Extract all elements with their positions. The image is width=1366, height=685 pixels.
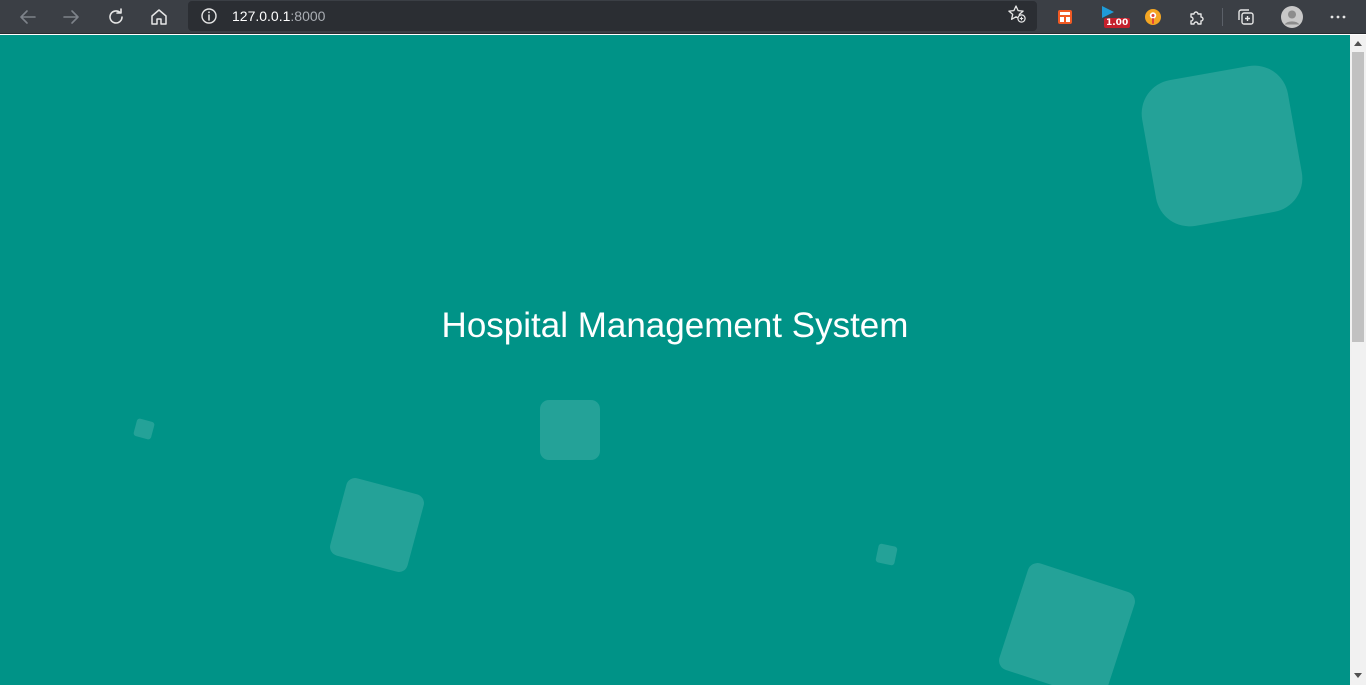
background-square-large-top (1136, 60, 1308, 232)
home-button[interactable] (145, 3, 173, 31)
add-favorite-icon (1007, 4, 1027, 29)
forward-button[interactable] (57, 3, 85, 31)
background-square-small-right (875, 543, 898, 566)
scrollbar-thumb[interactable] (1352, 52, 1364, 342)
page-content: Hospital Management System (0, 35, 1350, 685)
extension-button-2[interactable]: 1.00 (1095, 3, 1131, 31)
collections-icon (1236, 7, 1256, 27)
back-arrow-icon (18, 7, 38, 27)
extension-badge: 1.00 (1104, 18, 1131, 28)
scroll-down-arrow-icon[interactable] (1354, 673, 1362, 678)
address-bar[interactable]: 127.0.0.1:8000 (188, 1, 1037, 31)
background-square-small-left (132, 417, 156, 441)
home-icon (149, 7, 169, 27)
background-square-large-bottom (996, 560, 1138, 685)
more-menu-icon (1328, 7, 1348, 27)
extensions-button[interactable] (1183, 3, 1211, 31)
background-square-lower-left (328, 476, 426, 574)
browser-toolbar: 127.0.0.1:8000 1.00 (0, 0, 1366, 34)
url-host: 127.0.0.1 (232, 8, 291, 24)
more-menu-button[interactable] (1324, 3, 1352, 31)
add-favorite-button[interactable] (1005, 4, 1029, 28)
location-extension-icon (1143, 7, 1163, 27)
collections-button[interactable] (1232, 3, 1260, 31)
page-title: Hospital Management System (441, 306, 909, 345)
refresh-button[interactable] (102, 3, 130, 31)
play-speed-extension-icon: 1.00 (1095, 3, 1131, 31)
layout-extension-icon (1056, 8, 1074, 26)
background-square-center (540, 400, 600, 460)
profile-button[interactable] (1278, 3, 1306, 31)
extension-button-1[interactable] (1051, 3, 1079, 31)
profile-avatar-icon (1280, 5, 1304, 29)
info-icon[interactable] (200, 7, 218, 25)
toolbar-divider (1222, 8, 1223, 26)
scroll-up-arrow-icon[interactable] (1354, 41, 1362, 46)
forward-arrow-icon (61, 7, 81, 27)
url-port: :8000 (290, 8, 326, 24)
vertical-scrollbar[interactable] (1350, 35, 1366, 685)
refresh-icon (106, 7, 126, 27)
puzzle-icon (1187, 7, 1207, 27)
extension-button-3[interactable] (1139, 3, 1167, 31)
url-text[interactable]: 127.0.0.1:8000 (232, 7, 325, 25)
back-button[interactable] (14, 3, 42, 31)
